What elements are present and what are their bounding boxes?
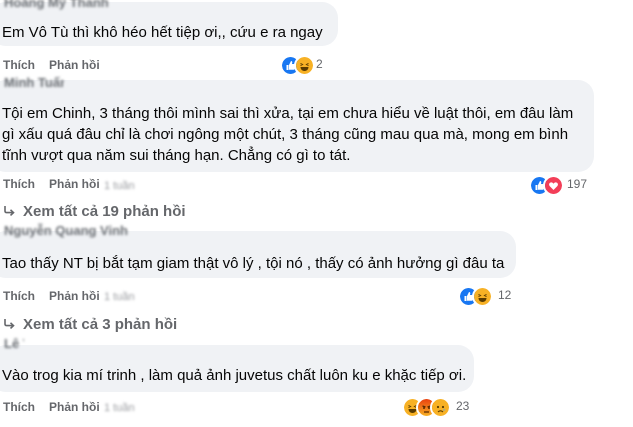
reaction-count: 12: [498, 288, 512, 302]
comment-time[interactable]: 1 tuần: [104, 402, 135, 414]
view-replies-label: Xem tất cả 3 phản hồi: [23, 316, 178, 333]
comment-author[interactable]: Hoàng Mỹ Thanh: [4, 0, 144, 10]
haha-reaction-icon: [472, 286, 493, 307]
comment-bubble: Lê Văn Vào trog kia mí trinh , làm quả ả…: [0, 336, 474, 392]
comment-bubble: Minh Tuấn Tội em Chinh, 3 tháng thôi mìn…: [0, 75, 594, 172]
comment-bubble: Hoàng Mỹ Thanh Em Vô Tù thì khô héo hết …: [0, 0, 338, 46]
like-link[interactable]: Thích: [3, 177, 35, 191]
comment-author[interactable]: Minh Tuấn: [4, 75, 64, 90]
reply-link[interactable]: Phản hồi: [49, 289, 100, 303]
comment-author[interactable]: Nguyễn Quang Vinh: [4, 223, 144, 238]
like-link[interactable]: Thích: [3, 400, 35, 414]
comment-text: Tao thấy NT bị bắt tạm giam thật vô lý ,…: [2, 255, 505, 272]
view-replies-link[interactable]: Xem tất cả 3 phản hồi: [3, 316, 177, 334]
comment-author[interactable]: Lê Văn: [4, 336, 24, 351]
like-link[interactable]: Thích: [3, 58, 35, 72]
comment-text: Vào trog kia mí trinh , làm quả ảnh juve…: [2, 367, 467, 384]
comment-text-line: Tội em Chinh, 3 tháng thôi mình sai thì …: [2, 105, 574, 122]
reply-link[interactable]: Phản hồi: [49, 400, 100, 414]
comment-time[interactable]: 1 tuần: [104, 180, 135, 192]
reaction-count: 2: [316, 57, 323, 71]
like-link[interactable]: Thích: [3, 289, 35, 303]
reply-arrow-icon: [3, 317, 15, 334]
comment-actions: Thích Phản hồi: [3, 289, 114, 303]
reply-arrow-icon: [3, 204, 15, 221]
comment-text-line: gì xấu quá đâu chỉ là chơi ngông một chú…: [2, 126, 569, 143]
haha-reaction-icon: [294, 55, 315, 76]
comment-text-line: tĩnh vượt qua năm sui tháng hạn. Chẳng c…: [2, 147, 351, 164]
comment-actions: Thích Phản hồi: [3, 400, 114, 414]
comment-actions: Thích Phản hồi: [3, 177, 114, 191]
love-reaction-icon: [543, 175, 564, 196]
reaction-count: 23: [456, 399, 470, 413]
comment-actions: Thích Phản hồi: [3, 58, 114, 72]
view-replies-label: Xem tất cả 19 phản hồi: [23, 203, 186, 220]
comment-bubble: Nguyễn Quang Vinh Tao thấy NT bị bắt tạm…: [0, 223, 516, 278]
view-replies-link[interactable]: Xem tất cả 19 phản hồi: [3, 203, 186, 221]
reply-link[interactable]: Phản hồi: [49, 177, 100, 191]
reaction-count: 197: [567, 177, 588, 191]
comment-text: Em Vô Tù thì khô héo hết tiệp ơi,, cứu e…: [2, 24, 323, 41]
comment-time[interactable]: 1 tuần: [104, 291, 135, 303]
sad-reaction-icon: [430, 397, 451, 418]
reply-link[interactable]: Phản hồi: [49, 58, 100, 72]
